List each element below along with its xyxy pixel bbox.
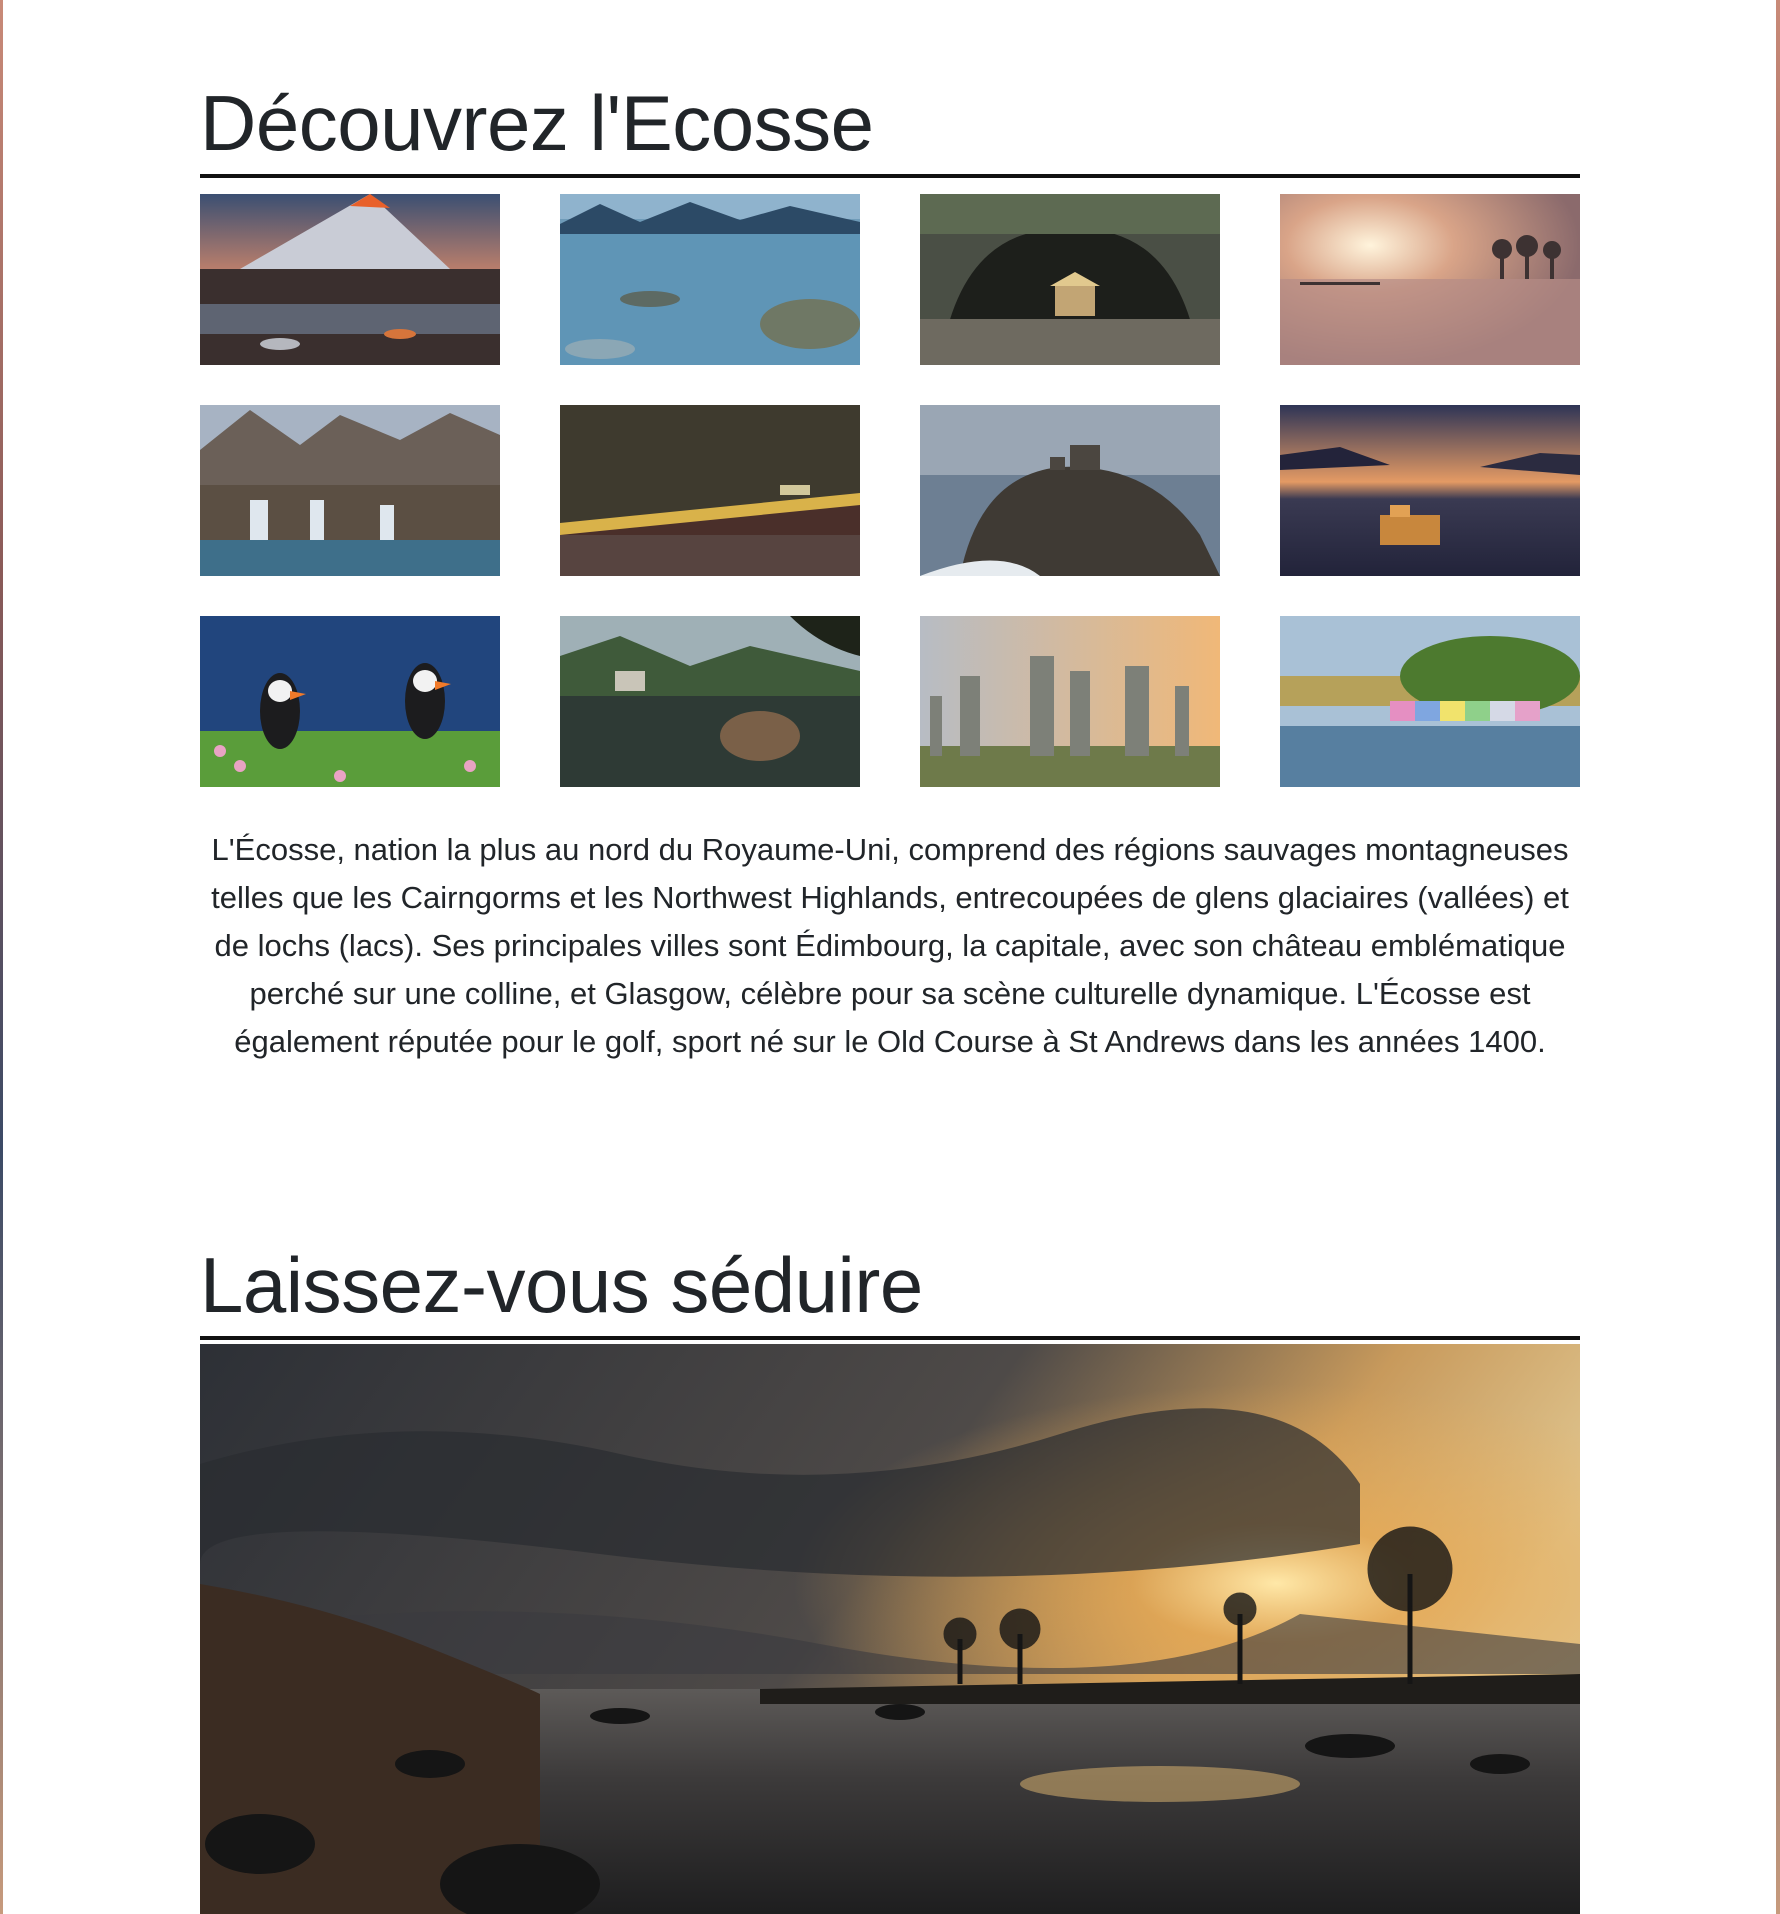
standing-stones-photo-icon[interactable] bbox=[920, 616, 1220, 787]
section-title-discover: Découvrez l'Ecosse bbox=[200, 84, 1580, 178]
puffins-photo-icon[interactable] bbox=[200, 616, 500, 787]
sunset-loch-photo-icon bbox=[200, 1344, 1580, 1914]
castle-lake-photo-icon[interactable] bbox=[1280, 405, 1580, 576]
waterfall-photo-icon[interactable] bbox=[200, 405, 500, 576]
loch-photo-icon[interactable] bbox=[560, 194, 860, 365]
intro-paragraph: L'Écosse, nation la plus au nord du Roya… bbox=[211, 832, 1569, 1059]
mountain-photo-icon[interactable] bbox=[200, 194, 500, 365]
cave-photo-icon[interactable] bbox=[920, 194, 1220, 365]
window-edge-left bbox=[0, 0, 3, 1914]
misty-sunrise-photo-icon[interactable] bbox=[1280, 194, 1580, 365]
loch-ruin-photo-icon[interactable] bbox=[560, 616, 860, 787]
valley-road-photo-icon[interactable] bbox=[560, 405, 860, 576]
photo-gallery bbox=[200, 194, 1580, 787]
section-title-seduce: Laissez-vous séduire bbox=[200, 1246, 1580, 1340]
harbour-town-photo-icon[interactable] bbox=[1280, 616, 1580, 787]
window-edge-right bbox=[1776, 0, 1780, 1914]
castle-cliff-photo-icon[interactable] bbox=[920, 405, 1220, 576]
